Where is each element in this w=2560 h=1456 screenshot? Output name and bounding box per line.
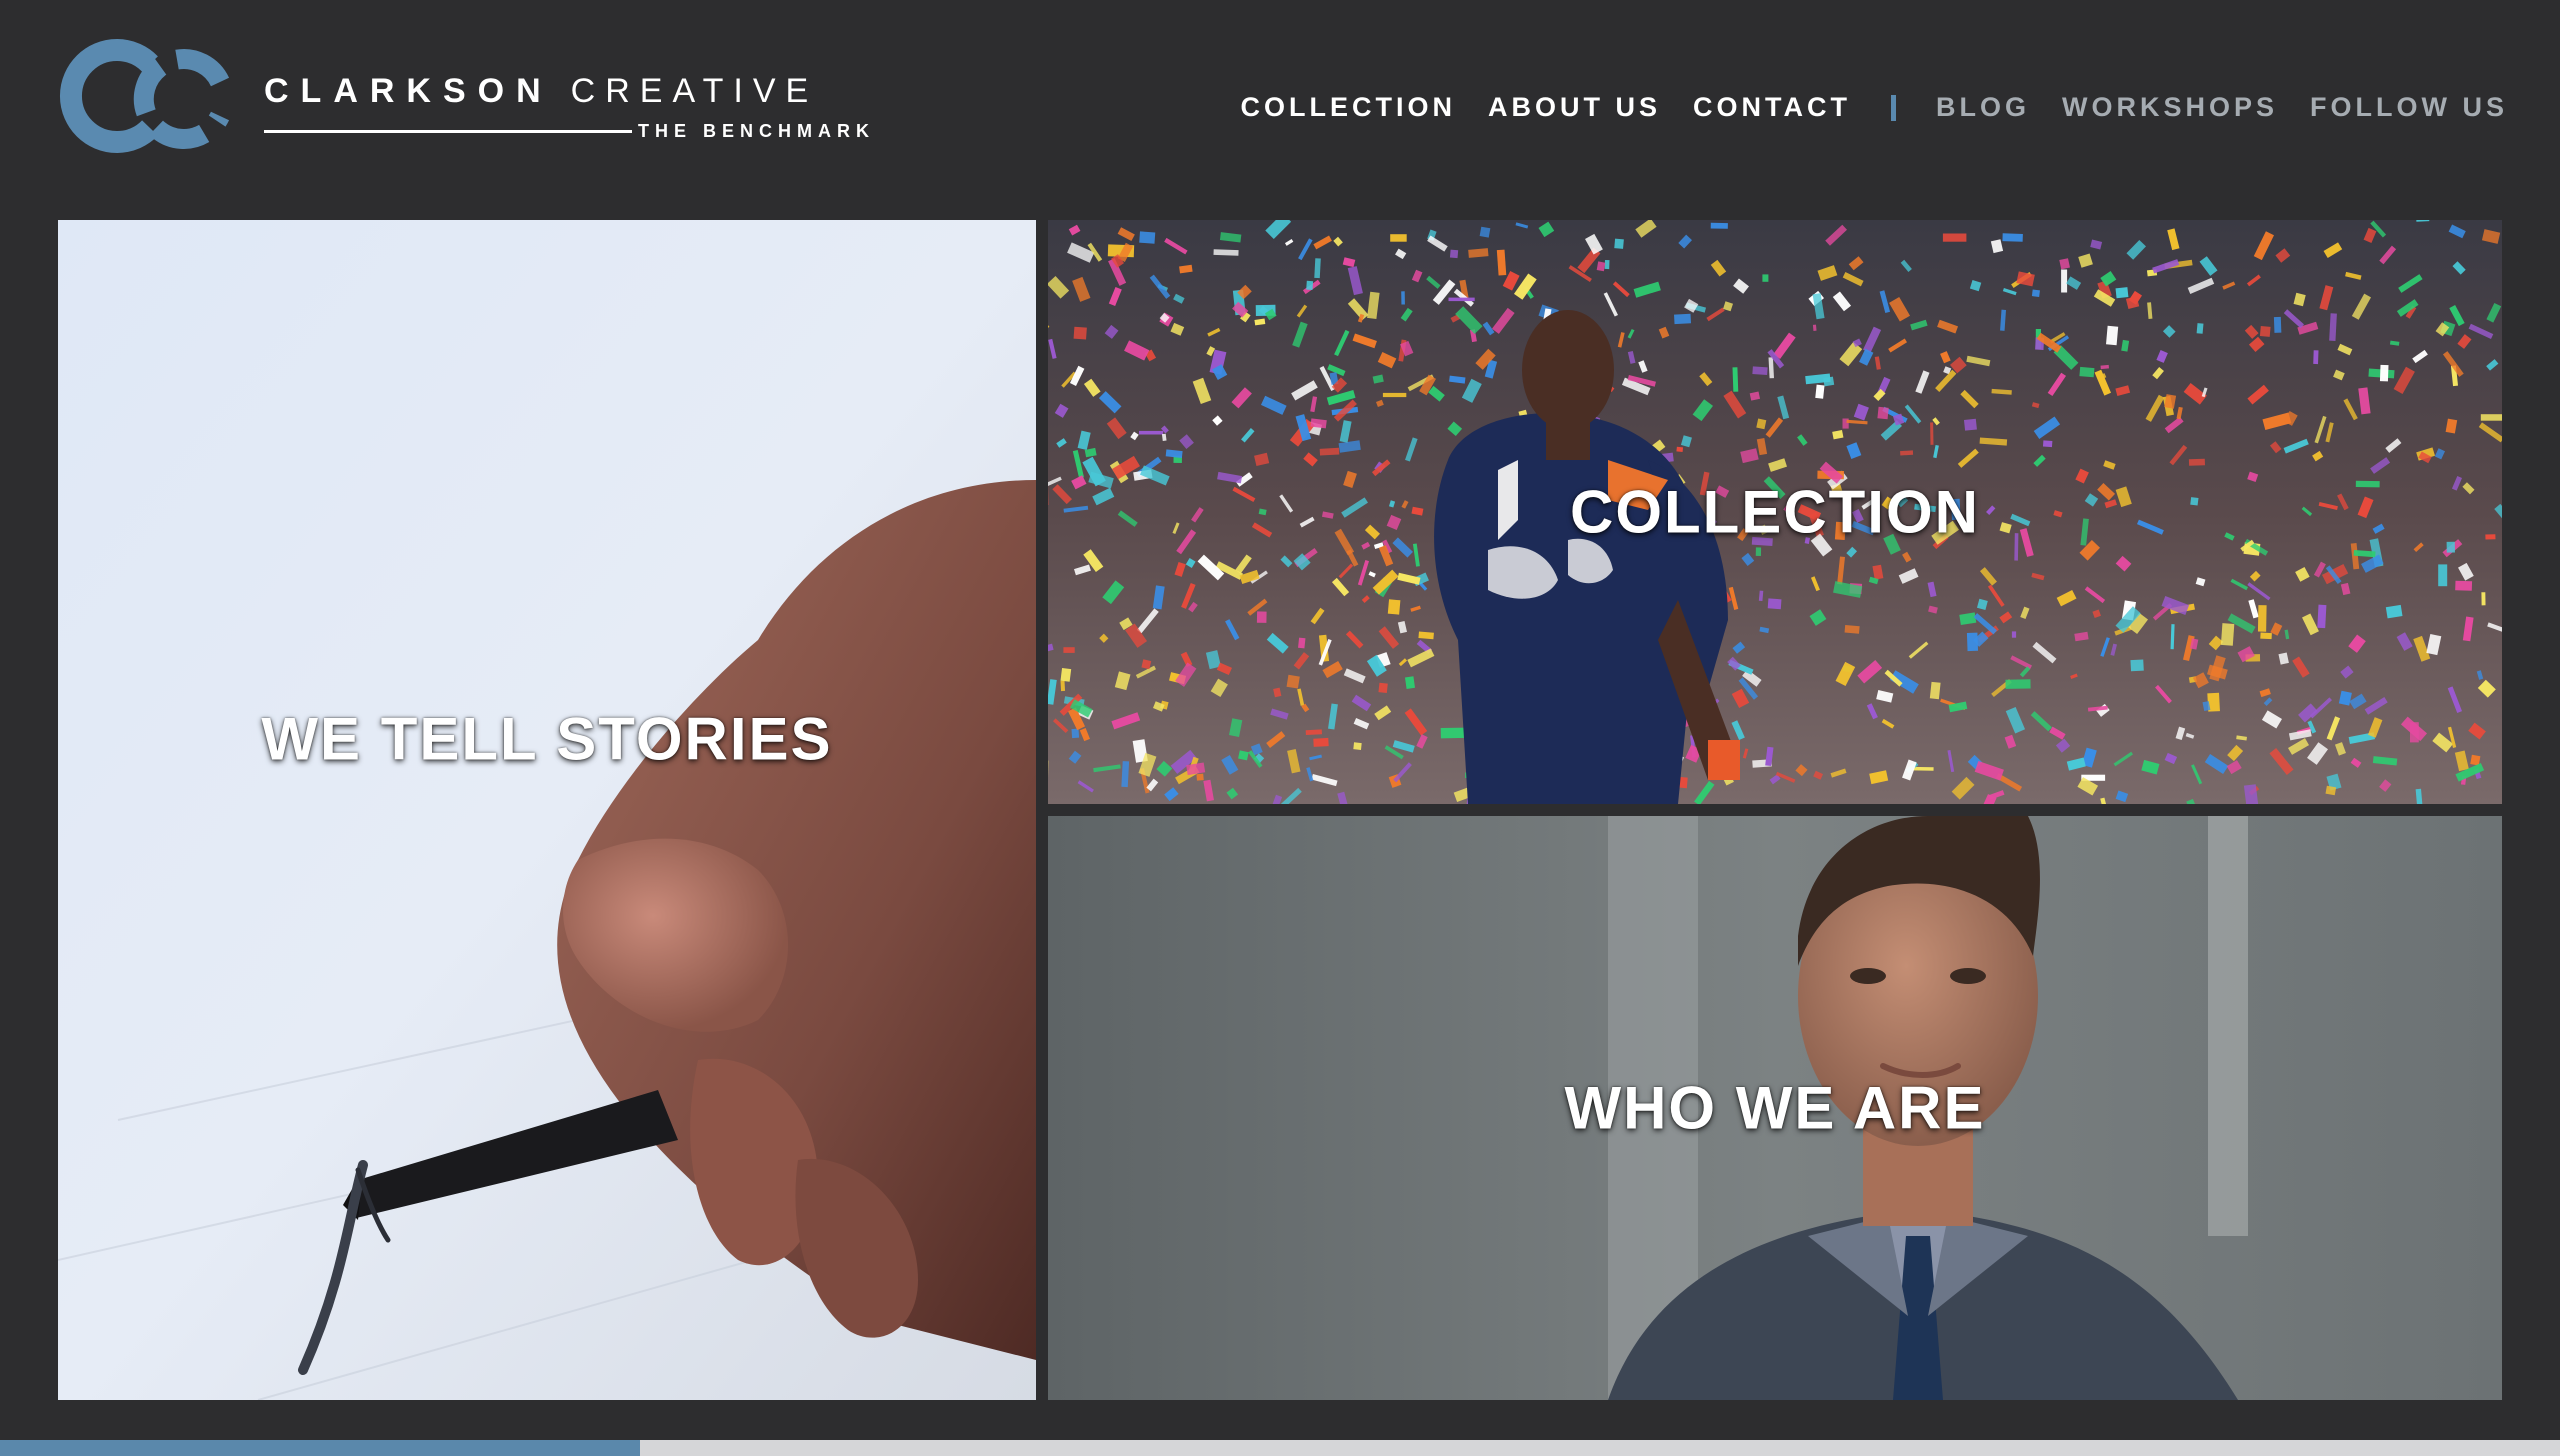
homepage: CLARKSON CREATIVE THE BENCHMARK COLLECTIO… — [0, 0, 2560, 1456]
logo-wordmark: CLARKSON CREATIVE — [264, 74, 818, 108]
tile-label-collection: COLLECTION — [1570, 478, 1980, 546]
logo-name-light: CREATIVE — [570, 72, 819, 110]
nav-follow-us[interactable]: FOLLOW US — [2310, 94, 2508, 121]
logo-name-strong: CLARKSON — [264, 72, 553, 110]
logo-tagline: THE BENCHMARK — [638, 121, 875, 141]
tile-collection[interactable]: COLLECTION — [1048, 220, 2502, 804]
tile-label-who-we-are: WHO WE ARE — [1564, 1074, 1986, 1142]
nav-workshops[interactable]: WORKSHOPS — [2062, 94, 2278, 121]
main-nav: COLLECTION ABOUT US CONTACT BLOG WORKSHO… — [1241, 94, 2508, 121]
nav-blog[interactable]: BLOG — [1936, 94, 2030, 121]
nav-separator — [1891, 94, 1896, 121]
loading-progress-fill — [0, 1440, 640, 1456]
tile-label-we-tell-stories: WE TELL STORIES — [261, 705, 833, 773]
hand-writing-image — [58, 220, 1036, 1400]
site-logo[interactable]: CLARKSON CREATIVE THE BENCHMARK — [52, 38, 869, 158]
nav-about-us[interactable]: ABOUT US — [1488, 94, 1661, 121]
nav-contact[interactable]: CONTACT — [1693, 94, 1851, 121]
logo-divider — [264, 130, 632, 133]
logo-cc-icon — [60, 39, 230, 153]
tile-who-we-are[interactable]: WHO WE ARE — [1048, 816, 2502, 1400]
tile-we-tell-stories[interactable]: WE TELL STORIES — [58, 220, 1036, 1400]
loading-progress-bar — [0, 1440, 2560, 1456]
nav-collection[interactable]: COLLECTION — [1241, 94, 1457, 121]
